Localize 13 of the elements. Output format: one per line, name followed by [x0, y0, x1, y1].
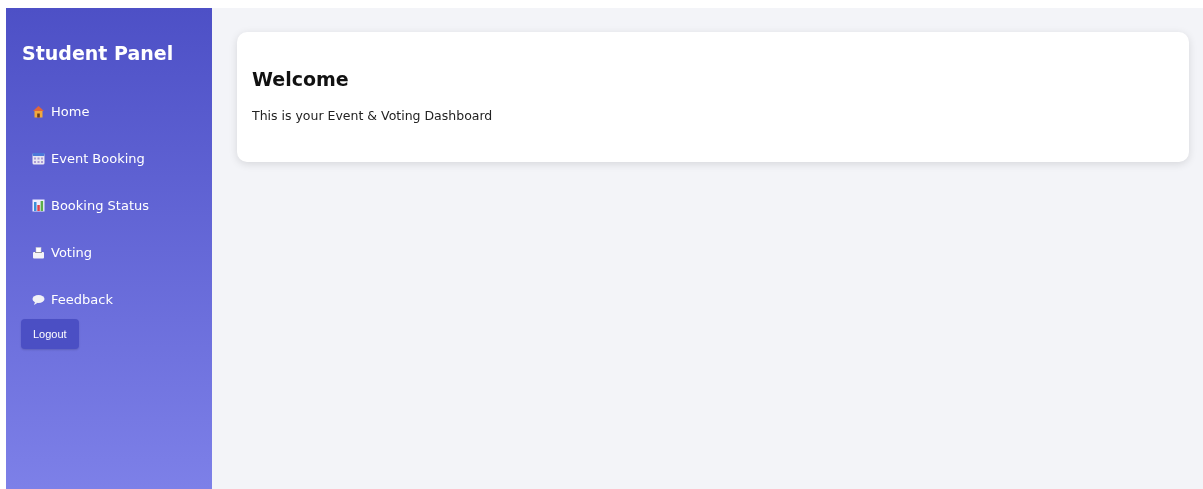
logout-button[interactable]: Logout [21, 319, 79, 349]
sidebar-item[interactable]: Event Booking [32, 135, 145, 182]
ballot-box-icon [32, 246, 45, 259]
calendar-icon [32, 152, 45, 165]
welcome-heading: Welcome [252, 68, 350, 90]
panel-title: Student Panel [22, 42, 174, 64]
welcome-text: This is your Event & Voting Dashboard [252, 108, 494, 123]
house-icon [32, 105, 45, 118]
bar-chart-icon [32, 199, 45, 212]
sidebar-item[interactable]: Booking Status [32, 182, 149, 229]
sidebar-item[interactable]: Voting [32, 229, 93, 276]
sidebar-item[interactable]: Home [32, 88, 90, 135]
speech-bubble-icon [32, 293, 45, 306]
